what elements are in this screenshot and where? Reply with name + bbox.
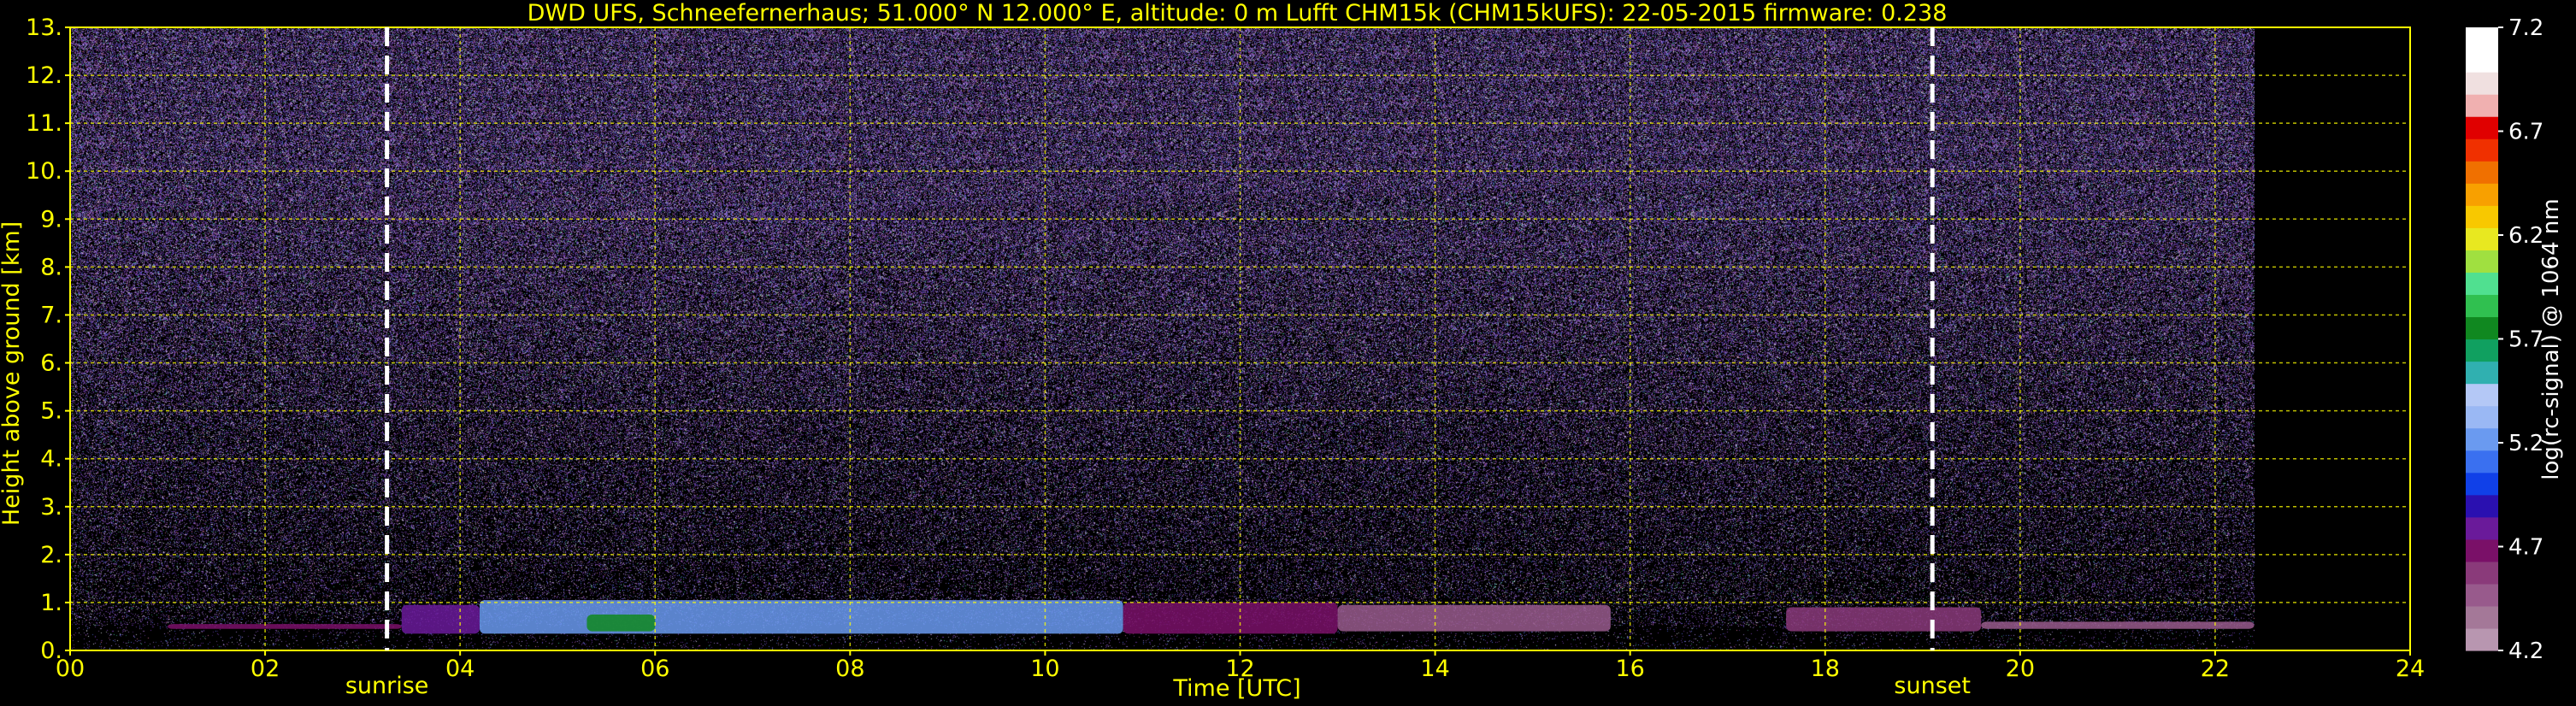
colorbar-segment — [2466, 272, 2498, 296]
colorbar-segment — [2466, 538, 2498, 562]
colorbar-segment — [2466, 361, 2498, 385]
colorbar-segment — [2466, 50, 2498, 73]
colorbar-segment — [2466, 338, 2498, 362]
colorbar-segment — [2466, 583, 2498, 607]
aerosol-layer-7 — [1786, 607, 1982, 632]
colorbar-segment — [2466, 494, 2498, 518]
x-tick-label: 04 — [445, 656, 475, 682]
colorbar-segment — [2466, 316, 2498, 340]
y-axis-label: Height above ground [km] — [0, 221, 25, 526]
y-tick-label: 3. — [40, 494, 62, 521]
y-tick-label: 5. — [40, 398, 62, 425]
colorbar-segment — [2466, 294, 2498, 318]
colorbar-segment — [2466, 161, 2498, 184]
y-tick-label: 13. — [26, 15, 62, 41]
colorbar-segment — [2466, 627, 2498, 651]
colorbar-tick-label: 6.7 — [2508, 120, 2544, 145]
colorbar-segment — [2466, 183, 2498, 206]
y-tick-label: 0. — [40, 638, 62, 664]
colorbar: 7.26.76.25.75.24.74.2 — [2466, 15, 2544, 664]
y-tick-label: 4. — [40, 446, 62, 473]
colorbar-segment — [2466, 205, 2498, 228]
colorbar-segment — [2466, 561, 2498, 585]
chart-title: DWD UFS, Schneefernerhaus; 51.000° N 12.… — [528, 0, 1948, 26]
signal-noise-field — [70, 27, 2255, 650]
colorbar-segment — [2466, 250, 2498, 273]
y-tick-label: 10. — [26, 158, 62, 185]
colorbar-segment — [2466, 383, 2498, 407]
colorbar-segment — [2466, 472, 2498, 496]
colorbar-segment — [2466, 72, 2498, 95]
ceilometer-chart: DWD UFS, Schneefernerhaus; 51.000° N 12.… — [0, 0, 2564, 702]
x-axis-label: Time [UTC] — [1172, 675, 1300, 702]
colorbar-tick-label: 7.2 — [2508, 15, 2544, 41]
colorbar-segment — [2466, 94, 2498, 117]
colorbar-segment — [2466, 516, 2498, 540]
x-tick-label: 22 — [2201, 656, 2230, 682]
sunrise-label: sunrise — [345, 673, 429, 699]
aerosol-layer-3 — [479, 600, 1123, 634]
colorbar-label: log(rc-signal) @ 1064 nm — [2538, 198, 2564, 479]
y-tick-label: 1. — [40, 590, 62, 616]
colorbar-segment — [2466, 27, 2498, 50]
y-tick-label: 11. — [26, 110, 62, 137]
x-tick-label: 02 — [251, 656, 280, 682]
colorbar-segment — [2466, 427, 2498, 451]
x-tick-label: 06 — [640, 656, 669, 682]
x-tick-label: 08 — [835, 656, 864, 682]
aerosol-layer-2 — [401, 604, 480, 634]
y-tick-label: 7. — [40, 302, 62, 328]
colorbar-segment — [2466, 405, 2498, 429]
y-tick-label: 6. — [40, 350, 62, 377]
x-tick-label: 14 — [1420, 656, 1449, 682]
x-tick-label: 10 — [1030, 656, 1059, 682]
y-tick-label: 12. — [26, 62, 62, 89]
colorbar-tick-label: 4.2 — [2508, 638, 2544, 664]
colorbar-segment — [2466, 605, 2498, 629]
colorbar-segment — [2466, 138, 2498, 162]
aerosol-layer-6 — [1337, 604, 1611, 632]
x-tick-label: 16 — [1615, 656, 1644, 682]
colorbar-segment — [2466, 116, 2498, 139]
aerosol-layer-4 — [587, 614, 656, 632]
aerosol-layer-1 — [168, 624, 402, 629]
x-tick-label: 18 — [1811, 656, 1840, 682]
aerosol-layer-5 — [1123, 602, 1338, 634]
x-tick-label: 20 — [2006, 656, 2035, 682]
y-tick-label: 2. — [40, 542, 62, 568]
colorbar-segment — [2466, 227, 2498, 250]
sunset-label: sunset — [1894, 673, 1971, 699]
colorbar-tick-label: 4.7 — [2508, 535, 2544, 561]
y-tick-label: 8. — [40, 254, 62, 280]
y-tick-label: 9. — [40, 206, 62, 232]
colorbar-segment — [2466, 450, 2498, 474]
x-tick-label: 24 — [2396, 656, 2425, 682]
aerosol-layer-8 — [1981, 621, 2255, 629]
